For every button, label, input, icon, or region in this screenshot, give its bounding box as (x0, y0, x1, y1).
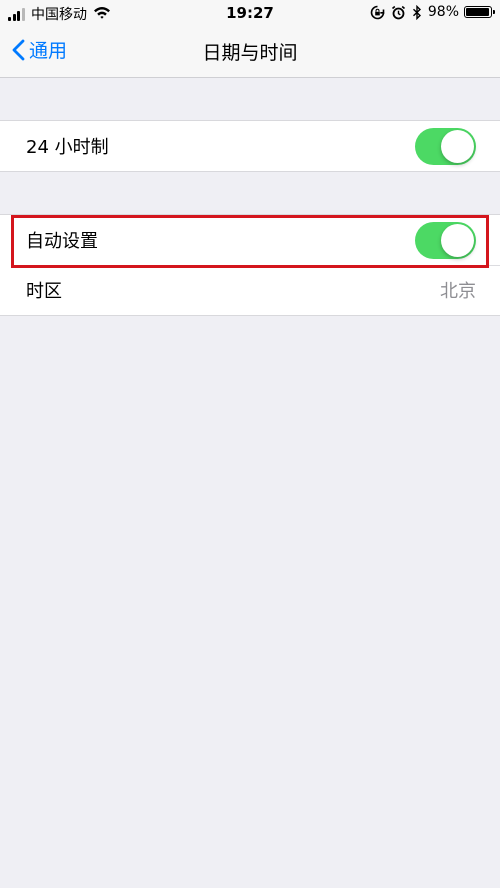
settings-group-time: 自动设置 时区 北京 (0, 214, 500, 316)
rotation-lock-icon (370, 5, 385, 20)
page-title: 日期与时间 (202, 42, 298, 64)
toggle-knob (441, 223, 474, 257)
alarm-icon (391, 5, 406, 20)
toggle-auto-set[interactable] (415, 221, 476, 259)
setting-label-24-hour: 24 小时制 (26, 137, 109, 158)
battery-icon (464, 6, 495, 18)
settings-group-format: 24 小时制 (0, 120, 500, 172)
setting-row-timezone[interactable]: 时区 北京 (0, 265, 500, 315)
status-bar: 中国移动 19:27 98% (0, 0, 500, 26)
setting-row-24-hour: 24 小时制 (0, 121, 500, 171)
setting-label-auto-set: 自动设置 (26, 231, 98, 252)
toggle-knob (441, 129, 474, 163)
status-right: 98% (364, 4, 495, 20)
navigation-bar: 通用 日期与时间 (0, 26, 500, 78)
setting-value-timezone: 北京 (440, 281, 476, 302)
bluetooth-icon (412, 4, 422, 20)
setting-label-timezone: 时区 (26, 281, 62, 302)
toggle-24-hour[interactable] (415, 127, 476, 165)
row-separator (26, 265, 500, 266)
setting-row-auto-set: 自动设置 (0, 215, 500, 265)
battery-fill (466, 8, 490, 16)
battery-percent: 98% (427, 4, 459, 20)
